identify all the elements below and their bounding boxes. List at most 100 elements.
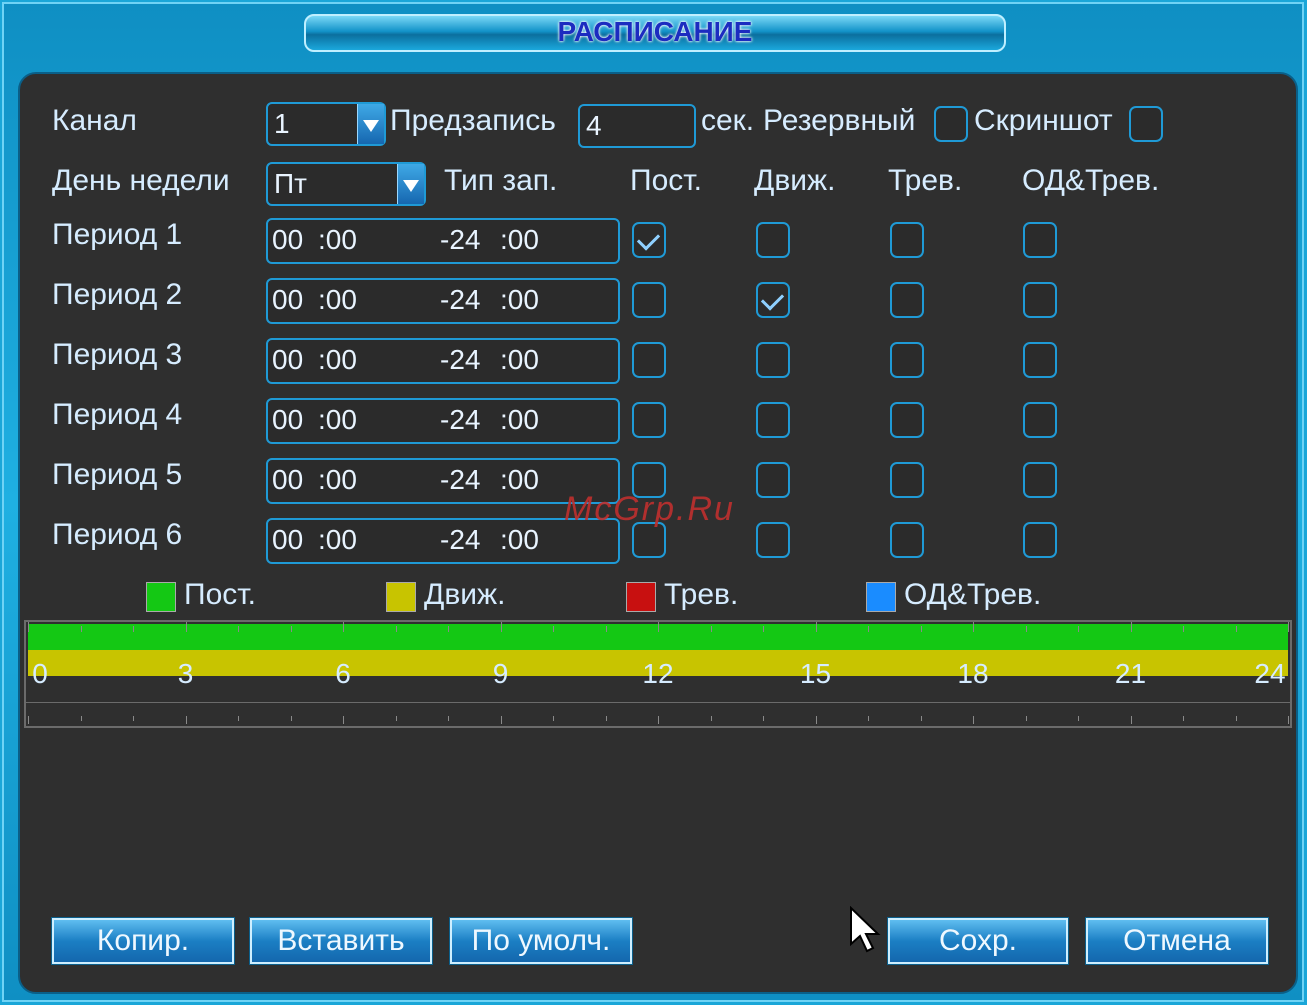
period-time-range-input[interactable]: 00 :00 -24 :00 [266,338,620,384]
period-md-alarm-checkbox[interactable] [1023,462,1057,498]
backup-checkbox[interactable] [934,106,968,142]
timeline-tick [605,626,607,632]
legend-swatch-alarm [626,582,656,612]
timeline-tick [1078,716,1079,721]
period-end-m[interactable]: :00 [500,340,539,380]
snapshot-checkbox[interactable] [1129,106,1163,142]
channel-label: Канал [52,104,137,137]
period-end-h[interactable]: -24 [440,280,480,320]
chevron-down-icon[interactable] [357,104,384,144]
legend-swatch-regular [146,582,176,612]
period-start-m[interactable]: :00 [318,340,357,380]
timeline-tick [28,622,29,632]
timeline-tick [710,716,712,721]
period-alarm-checkbox[interactable] [890,342,924,378]
timeline-tick [1130,622,1132,632]
mouse-pointer-icon [850,906,881,953]
chevron-down-icon[interactable] [397,164,424,204]
period-regular-checkbox[interactable] [632,402,666,438]
timeline-tick [658,622,659,632]
timeline-tick [920,716,922,721]
period-alarm-checkbox[interactable] [890,222,924,258]
period-time-range-input[interactable]: 00 :00 -24 :00 [266,218,620,264]
timeline-tick [238,626,239,632]
period-alarm-checkbox[interactable] [890,522,924,558]
period-time-range-input[interactable]: 00 :00 -24 :00 [266,278,620,324]
period-md-alarm-checkbox[interactable] [1023,222,1057,258]
period-regular-checkbox[interactable] [632,282,666,318]
period-motion-checkbox[interactable] [756,342,790,378]
timeline-hour-label: 24 [1254,658,1286,689]
period-start-m[interactable]: :00 [318,520,357,560]
period-md-alarm-checkbox[interactable] [1023,282,1057,318]
period-end-h[interactable]: -24 [440,220,480,260]
period-motion-checkbox[interactable] [756,522,790,558]
timeline-tick [920,626,922,632]
watermark-text: McGrp.Ru [564,490,735,528]
period-end-m[interactable]: :00 [500,400,539,440]
period-end-m[interactable]: :00 [500,520,539,560]
channel-value: 1 [274,108,290,139]
prerecord-value: 4 [586,110,602,141]
period-end-m[interactable]: :00 [500,220,539,260]
copy-button[interactable]: Копир. [51,917,235,965]
period-time-range-input[interactable]: 00 :00 -24 :00 [266,398,620,444]
timeline-hour-label: 3 [177,658,194,689]
weekday-select[interactable]: Пт [266,162,426,206]
period-start-m[interactable]: :00 [318,460,357,500]
period-end-m[interactable]: :00 [500,280,539,320]
timeline-hour-label: 15 [799,658,832,689]
period-end-h[interactable]: -24 [440,460,480,500]
prerecord-label: Предзапись [390,104,556,137]
legend-label-alarm: Трев. [664,578,739,611]
period-end-h[interactable]: -24 [440,340,480,380]
period-end-h[interactable]: -24 [440,400,480,440]
period-md-alarm-checkbox[interactable] [1023,522,1057,558]
period-start-m[interactable]: :00 [318,280,357,320]
weekday-label: День недели [52,164,230,197]
timeline-tick [815,622,817,632]
period-motion-checkbox[interactable] [756,222,790,258]
period-motion-checkbox[interactable] [756,282,790,318]
save-button[interactable]: Сохр. [887,917,1069,965]
period-md-alarm-checkbox[interactable] [1023,402,1057,438]
timeline-tick [395,716,397,721]
period-start-h[interactable]: 00 [272,400,303,440]
period-regular-checkbox[interactable] [632,222,666,258]
period-start-m[interactable]: :00 [318,400,357,440]
period-label: Период 3 [52,338,183,371]
timeline-tick [553,716,554,721]
period-md-alarm-checkbox[interactable] [1023,342,1057,378]
period-start-h[interactable]: 00 [272,280,303,320]
timeline-hour-label: 6 [335,658,351,689]
period-start-h[interactable]: 00 [272,460,303,500]
period-start-m[interactable]: :00 [318,220,357,260]
period-start-h[interactable]: 00 [272,520,303,560]
timeline-tick [763,626,764,632]
paste-button[interactable]: Вставить [249,917,433,965]
timeline-tick [973,622,974,632]
period-motion-checkbox[interactable] [756,462,790,498]
period-start-h[interactable]: 00 [272,340,303,380]
timeline-tick [80,716,82,721]
timeline-tick [605,716,607,721]
timeline-tick [1288,716,1289,724]
channel-select[interactable]: 1 [266,102,386,146]
prerecord-input[interactable]: 4 [578,104,696,148]
period-start-h[interactable]: 00 [272,220,303,260]
period-motion-checkbox[interactable] [756,402,790,438]
cancel-button[interactable]: Отмена [1085,917,1269,965]
period-end-m[interactable]: :00 [500,460,539,500]
period-label: Период 2 [52,278,183,311]
period-label: Период 4 [52,398,183,431]
period-end-h[interactable]: -24 [440,520,480,560]
schedule-timeline[interactable]: 0 3 6 9 12 15 18 21 24 [24,620,1292,728]
timeline-tick [553,626,554,632]
period-alarm-checkbox[interactable] [890,282,924,318]
default-button[interactable]: По умолч. [449,917,633,965]
timeline-tick [448,716,449,721]
period-regular-checkbox[interactable] [632,342,666,378]
period-alarm-checkbox[interactable] [890,402,924,438]
backup-label: Резервный [763,104,916,137]
period-alarm-checkbox[interactable] [890,462,924,498]
